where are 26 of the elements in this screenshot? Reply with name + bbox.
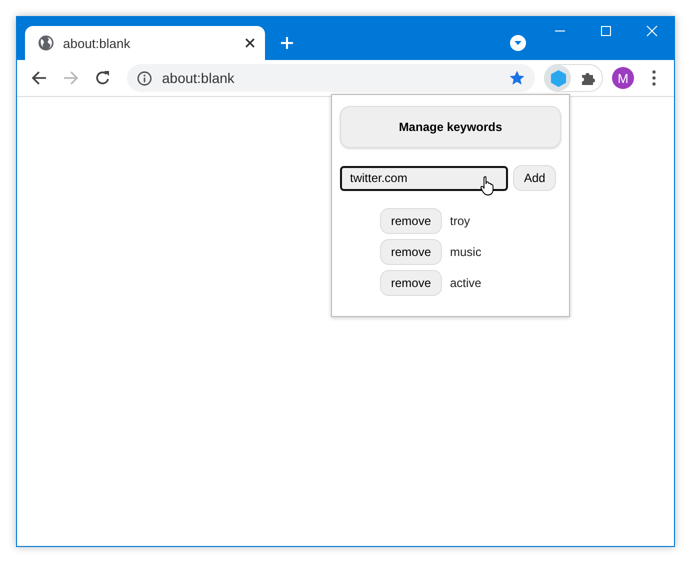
extension-button[interactable] bbox=[545, 65, 571, 91]
new-tab-icon[interactable] bbox=[281, 37, 293, 49]
remove-button[interactable]: remove bbox=[380, 270, 442, 296]
puzzle-icon[interactable] bbox=[580, 70, 596, 86]
menu-icon[interactable] bbox=[652, 70, 656, 86]
globe-icon bbox=[38, 35, 54, 51]
close-icon[interactable] bbox=[245, 38, 255, 48]
remove-button[interactable]: remove bbox=[380, 239, 442, 265]
manage-keywords-button[interactable]: Manage keywords bbox=[340, 106, 561, 148]
address-bar[interactable]: about:blank bbox=[127, 64, 535, 92]
browser-tab[interactable]: about:blank bbox=[25, 26, 265, 60]
maximize-icon[interactable] bbox=[600, 25, 612, 37]
star-icon[interactable] bbox=[509, 70, 525, 86]
reload-icon[interactable] bbox=[95, 70, 111, 86]
keyword-input-field[interactable]: twitter.com bbox=[340, 166, 508, 190]
add-button[interactable]: Add bbox=[513, 165, 556, 191]
info-icon bbox=[137, 70, 152, 86]
hand-cursor-icon bbox=[480, 176, 494, 196]
profile-avatar[interactable]: M bbox=[612, 67, 634, 89]
remove-button[interactable]: remove bbox=[380, 208, 442, 234]
dropdown-icon[interactable] bbox=[510, 35, 526, 51]
hexagon-icon bbox=[550, 70, 566, 86]
keyword-label: active bbox=[450, 276, 482, 290]
keyword-label: troy bbox=[450, 214, 470, 228]
keyword-label: music bbox=[450, 245, 482, 259]
back-icon[interactable] bbox=[31, 70, 47, 86]
